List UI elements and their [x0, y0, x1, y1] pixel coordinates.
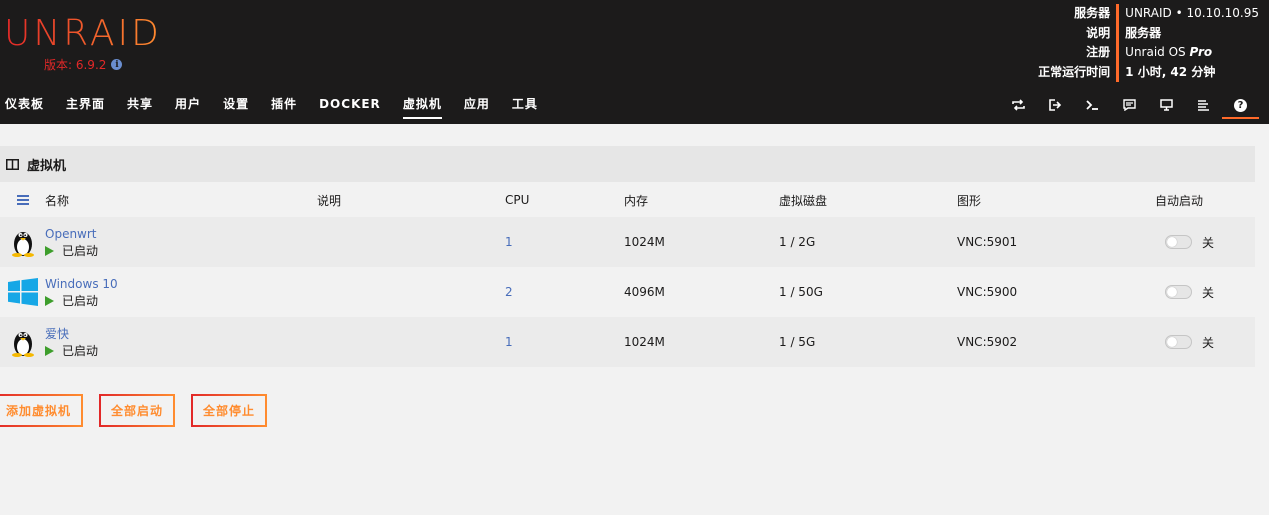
- autostart-toggle[interactable]: [1165, 285, 1192, 299]
- server-info-values: UNRAID • 10.10.10.95 服务器 Unraid OS Pro 1…: [1125, 4, 1259, 82]
- linux-tux-icon[interactable]: [0, 227, 45, 257]
- play-icon: [45, 295, 54, 306]
- vm-disk: 1 / 2G: [779, 235, 816, 249]
- vm-disk: 1 / 50G: [779, 285, 823, 299]
- nav-tools[interactable]: 工具: [512, 94, 538, 116]
- vm-status: 已启动: [45, 243, 317, 259]
- play-icon: [45, 245, 54, 256]
- table-row: 爱快 已启动 1 1024M 1 / 5G VNC:5902 关: [0, 317, 1255, 367]
- version-text: 版本: 6.9.2: [44, 58, 107, 72]
- list-icon: [16, 195, 29, 205]
- vm-panel-title: 虚拟机: [0, 146, 1255, 182]
- nav-settings[interactable]: 设置: [223, 94, 249, 116]
- vm-memory: 4096M: [624, 285, 665, 299]
- vm-status: 已启动: [45, 343, 317, 359]
- vm-status-text: 已启动: [62, 243, 99, 258]
- unraid-logo[interactable]: UNRAID: [4, 12, 162, 56]
- vm-table: 名称 说明 CPU 内存 虚拟磁盘 图形 自动启动 Openwrt 已启动 1 …: [0, 183, 1255, 367]
- autostart-cell: 关: [1155, 334, 1255, 351]
- col-autostart: 自动启动: [1155, 193, 1204, 208]
- table-row: Windows 10 已启动 2 4096M 1 / 50G VNC:5900 …: [0, 267, 1255, 317]
- col-description: 说明: [317, 193, 342, 208]
- version-label: 版本: 6.9.2 i: [44, 56, 123, 73]
- table-row: Openwrt 已启动 1 1024M 1 / 2G VNC:5901 关: [0, 217, 1255, 267]
- info-icon[interactable]: i: [111, 59, 123, 70]
- registration-label: 注册: [1086, 45, 1111, 59]
- nav-users[interactable]: 用户: [175, 94, 201, 116]
- server-info: 服务器 说明 注册 正常运行时间 UNRAID • 10.10.10.95 服务…: [1038, 4, 1259, 82]
- vm-graphics: VNC:5902: [957, 335, 1018, 349]
- windows-icon[interactable]: [0, 278, 45, 306]
- panel-title-text: 虚拟机: [27, 158, 67, 174]
- uptime-value: 1 小时, 42 分钟: [1125, 64, 1216, 79]
- registration-value[interactable]: Unraid OS Pro: [1125, 43, 1259, 63]
- col-memory: 内存: [624, 193, 649, 208]
- vm-status-text: 已启动: [62, 293, 99, 308]
- columns-icon: [6, 158, 19, 170]
- vm-name-link[interactable]: Openwrt: [45, 226, 317, 242]
- vm-graphics: VNC:5901: [957, 235, 1018, 249]
- vm-memory: 1024M: [624, 235, 665, 249]
- col-cpu: CPU: [505, 193, 530, 207]
- vm-cpu-link[interactable]: 2: [505, 285, 624, 299]
- nav-docker[interactable]: DOCKER: [319, 94, 381, 116]
- vm-cpu-link[interactable]: 1: [505, 235, 624, 249]
- server-value: UNRAID • 10.10.10.95: [1125, 6, 1259, 20]
- logout-icon[interactable]: [1037, 94, 1074, 116]
- help-icon[interactable]: ?: [1222, 94, 1259, 119]
- list-view-toggle[interactable]: [0, 195, 45, 205]
- vm-memory: 1024M: [624, 335, 665, 349]
- vm-name-cell: Windows 10 已启动: [45, 276, 317, 309]
- autostart-toggle[interactable]: [1165, 235, 1192, 249]
- vm-graphics: VNC:5900: [957, 285, 1018, 299]
- nav-apps[interactable]: 应用: [464, 94, 490, 116]
- vm-cpu-link[interactable]: 1: [505, 335, 624, 349]
- col-graphics: 图形: [957, 193, 982, 208]
- top-header: UNRAID 版本: 6.9.2 i 服务器 说明 注册 正常运行时间 UNRA…: [0, 0, 1269, 124]
- table-header: 名称 说明 CPU 内存 虚拟磁盘 图形 自动启动: [0, 183, 1255, 217]
- stop-all-button[interactable]: 全部停止: [191, 394, 268, 427]
- start-all-button[interactable]: 全部启动: [99, 394, 176, 427]
- autostart-state: 关: [1202, 335, 1215, 350]
- registration-os: Unraid OS: [1125, 45, 1186, 59]
- log-icon[interactable]: [1185, 94, 1222, 116]
- main-nav: 仪表板 主界面 共享 用户 设置 插件 DOCKER 虚拟机 应用 工具: [0, 94, 560, 119]
- feedback-icon[interactable]: [1111, 94, 1148, 116]
- description-label: 说明: [1086, 25, 1111, 40]
- refresh-icon[interactable]: [1000, 94, 1037, 116]
- nav-icon-bar: ?: [1000, 94, 1259, 119]
- autostart-cell: 关: [1155, 284, 1255, 301]
- autostart-state: 关: [1202, 285, 1215, 300]
- vm-name-cell: Openwrt 已启动: [45, 226, 317, 259]
- vm-name-link[interactable]: 爱快: [45, 326, 317, 342]
- nav-plugins[interactable]: 插件: [271, 94, 297, 116]
- nav-main[interactable]: 主界面: [66, 94, 105, 116]
- nav-vms[interactable]: 虚拟机: [402, 94, 442, 119]
- vm-status-text: 已启动: [62, 343, 99, 358]
- uptime-label: 正常运行时间: [1038, 64, 1111, 79]
- vm-name-link[interactable]: Windows 10: [45, 276, 317, 292]
- help-glyph: ?: [1234, 98, 1247, 112]
- vm-disk: 1 / 5G: [779, 335, 816, 349]
- action-buttons: 添加虚拟机 全部启动 全部停止: [0, 394, 283, 427]
- col-disk: 虚拟磁盘: [779, 193, 828, 208]
- terminal-icon[interactable]: [1074, 94, 1111, 116]
- monitor-icon[interactable]: [1148, 94, 1185, 116]
- vm-status: 已启动: [45, 293, 317, 309]
- col-name: 名称: [45, 193, 70, 208]
- nav-dashboard[interactable]: 仪表板: [5, 94, 44, 116]
- linux-tux-icon[interactable]: [0, 327, 45, 357]
- server-info-divider: [1116, 4, 1120, 82]
- autostart-state: 关: [1202, 235, 1215, 250]
- vm-name-cell: 爱快 已启动: [45, 326, 317, 359]
- autostart-cell: 关: [1155, 234, 1255, 251]
- autostart-toggle[interactable]: [1165, 335, 1192, 349]
- description-value: 服务器: [1125, 25, 1162, 40]
- registration-plan: Pro: [1189, 45, 1213, 59]
- play-icon: [45, 345, 54, 356]
- add-vm-button[interactable]: 添加虚拟机: [0, 394, 84, 427]
- server-info-labels: 服务器 说明 注册 正常运行时间: [1038, 4, 1116, 82]
- nav-shares[interactable]: 共享: [127, 94, 153, 116]
- server-label: 服务器: [1074, 6, 1111, 20]
